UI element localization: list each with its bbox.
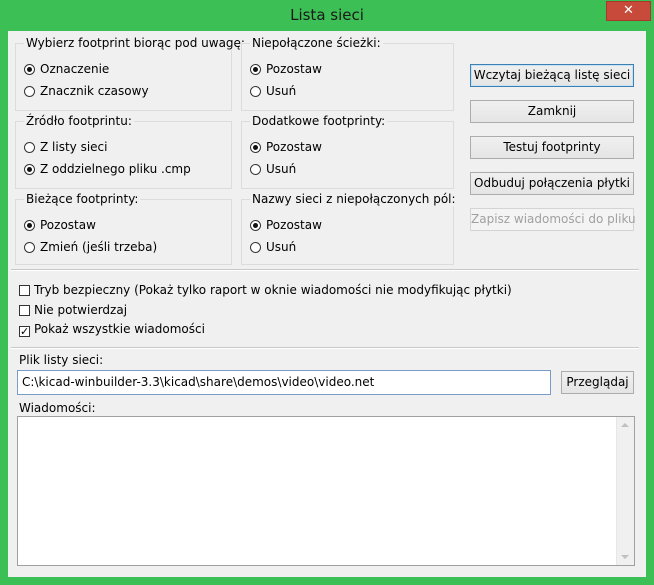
radio-znacznik-czasowy[interactable]: Znacznik czasowy (24, 83, 149, 99)
group-footprint-select: Wybierz footprint biorąc pod uwagę: Ozna… (15, 36, 247, 111)
radio-z-listy-sieci[interactable]: Z listy sieci (24, 139, 107, 155)
radio-button[interactable] (250, 220, 261, 231)
radio-label: Z listy sieci (40, 140, 108, 154)
radio-button[interactable] (24, 164, 35, 175)
checkbox-safe-mode[interactable]: Tryb bezpieczny (Pokaż tylko raport w ok… (19, 282, 512, 298)
dialog-client-area: Wybierz footprint biorąc pod uwagę: Ozna… (8, 31, 646, 577)
radio-button[interactable] (24, 220, 35, 231)
messages-label: Wiadomości: (19, 401, 96, 415)
group-net-names-unconnected: Nazwy sieci z niepołączonych pól: Pozost… (241, 192, 458, 265)
radio-label: Zmień (jeśli trzeba) (40, 240, 158, 254)
radio-usun[interactable]: Usuń (250, 83, 296, 99)
radio-zmien[interactable]: Zmień (jeśli trzeba) (24, 239, 157, 255)
radio-usun[interactable]: Usuń (250, 239, 296, 255)
close-button[interactable]: Zamknij (470, 100, 634, 123)
radio-pozostaw[interactable]: Pozostaw (250, 139, 322, 155)
read-netlist-button[interactable]: Wczytaj bieżącą listę sieci (470, 64, 634, 87)
radio-label: Pozostaw (266, 218, 322, 232)
group-title: Niepołączone ścieżki: (250, 36, 383, 50)
messages-textarea[interactable] (17, 416, 635, 566)
browse-button[interactable]: Przeglądaj (561, 371, 634, 394)
close-icon: ✕ (623, 3, 634, 18)
radio-button[interactable] (250, 86, 261, 97)
radio-label: Oznaczenie (40, 62, 110, 76)
checkbox-label: Tryb bezpieczny (Pokaż tylko raport w ok… (34, 283, 512, 297)
checkbox-show-all-messages[interactable]: ✓ Pokaż wszystkie wiadomości (19, 321, 205, 337)
group-footprint-source: Źródło footprintu: Z listy sieci Z oddzi… (15, 114, 232, 189)
group-current-footprints: Bieżące footprinty: Pozostaw Zmień (jeśl… (15, 192, 232, 265)
group-extra-footprints: Dodatkowe footprinty: Pozostaw Usuń (241, 114, 454, 189)
radio-pozostaw[interactable]: Pozostaw (250, 61, 322, 77)
group-title: Bieżące footprinty: (24, 192, 141, 206)
window-title: Lista sieci (290, 6, 364, 24)
netlist-file-label: Plik listy sieci: (19, 353, 104, 367)
group-title: Źródło footprintu: (24, 114, 134, 128)
title-bar[interactable]: Lista sieci ✕ (0, 0, 654, 31)
radio-button[interactable] (24, 142, 35, 153)
group-title: Nazwy sieci z niepołączonych pól: (250, 192, 458, 206)
radio-label: Pozostaw (266, 62, 322, 76)
separator (11, 269, 639, 271)
checkbox[interactable]: ✓ (19, 326, 30, 337)
radio-oznaczenie[interactable]: Oznaczenie (24, 61, 109, 77)
radio-button[interactable] (250, 142, 261, 153)
test-footprints-button[interactable]: Testuj footprinty (470, 136, 634, 159)
group-title: Wybierz footprint biorąc pod uwagę: (24, 36, 247, 50)
radio-button[interactable] (24, 242, 35, 253)
radio-label: Pozostaw (266, 140, 322, 154)
radio-usun[interactable]: Usuń (250, 161, 296, 177)
radio-label: Usuń (266, 84, 297, 98)
radio-pozostaw[interactable]: Pozostaw (24, 217, 96, 233)
radio-button[interactable] (250, 64, 261, 75)
radio-z-pliku-cmp[interactable]: Z oddzielnego pliku .cmp (24, 161, 191, 177)
checkbox-label: Nie potwierdzaj (34, 303, 128, 317)
close-window-button[interactable]: ✕ (606, 1, 651, 21)
netlist-file-input[interactable]: C:\kicad-winbuilder-3.3\kicad\share\demo… (17, 370, 551, 395)
group-unconnected-tracks: Niepołączone ścieżki: Pozostaw Usuń (241, 36, 454, 111)
radio-button[interactable] (250, 164, 261, 175)
radio-label: Usuń (266, 240, 297, 254)
save-messages-button[interactable]: Zapisz wiadomości do pliku (470, 208, 636, 231)
rebuild-connections-button[interactable]: Odbuduj połączenia płytki (470, 172, 634, 195)
radio-label: Znacznik czasowy (40, 84, 149, 98)
checkbox[interactable] (19, 305, 30, 316)
scroll-down-icon[interactable] (621, 555, 629, 559)
messages-scrollbar[interactable] (616, 417, 634, 565)
checkbox-no-confirm[interactable]: Nie potwierdzaj (19, 302, 127, 318)
scroll-up-icon[interactable] (621, 423, 629, 427)
group-title: Dodatkowe footprinty: (250, 114, 388, 128)
checkbox-label: Pokaż wszystkie wiadomości (34, 322, 205, 336)
radio-label: Z oddzielnego pliku .cmp (40, 162, 191, 176)
checkbox[interactable] (19, 285, 30, 296)
radio-pozostaw[interactable]: Pozostaw (250, 217, 322, 233)
radio-button[interactable] (24, 86, 35, 97)
radio-button[interactable] (24, 64, 35, 75)
radio-button[interactable] (250, 242, 261, 253)
radio-label: Pozostaw (40, 218, 96, 232)
separator (11, 347, 639, 349)
dialog-window: Lista sieci ✕ Wybierz footprint biorąc p… (0, 0, 654, 585)
radio-label: Usuń (266, 162, 297, 176)
